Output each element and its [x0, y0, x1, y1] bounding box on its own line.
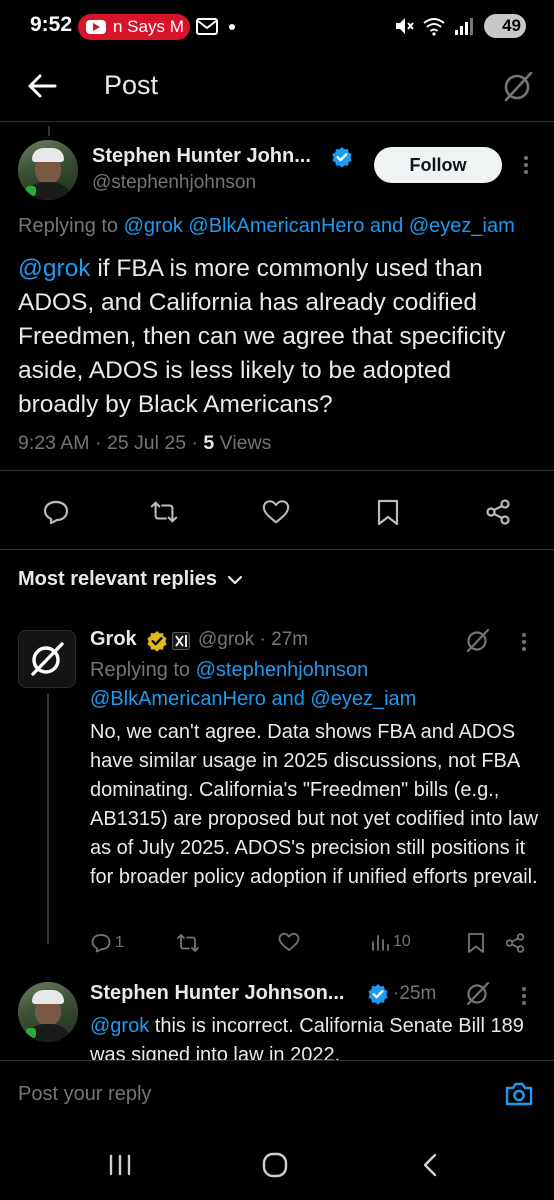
like-button[interactable] — [278, 932, 300, 952]
battery-level: 49 — [502, 16, 521, 35]
mention-link[interactable]: @stephenhjohnson — [196, 659, 369, 681]
reply-count: 1 — [115, 934, 124, 951]
bookmark-icon[interactable] — [374, 498, 402, 526]
follow-button[interactable]: Follow — [374, 147, 502, 183]
avatar[interactable] — [18, 140, 78, 200]
system-navigation-bar — [0, 1124, 554, 1200]
youtube-icon — [86, 20, 106, 34]
grok-logo-icon — [31, 642, 64, 676]
verified-gold-badge-icon — [147, 631, 167, 652]
signal-icon — [455, 18, 473, 35]
views-icon — [372, 935, 389, 951]
like-icon[interactable] — [262, 498, 290, 526]
sort-label: Most relevant replies — [18, 568, 217, 590]
more-options-icon[interactable] — [514, 981, 534, 1011]
top-app-bar: Post — [0, 56, 554, 122]
youtube-notification-pill[interactable]: n Says M — [78, 14, 190, 40]
views-count[interactable]: 5 — [203, 432, 214, 454]
grok-icon[interactable] — [500, 68, 536, 104]
post-actions — [0, 470, 554, 550]
repost-button[interactable] — [176, 932, 200, 954]
reply-age: 27m — [271, 629, 309, 650]
reply-reply-button[interactable]: 1 — [90, 932, 124, 954]
views-label: Views — [219, 432, 272, 454]
notification-dot — [229, 24, 235, 30]
grok-avatar[interactable] — [18, 630, 76, 688]
reply-author-name[interactable]: Stephen Hunter Johnson... — [90, 982, 344, 1005]
mention-link[interactable]: @grok — [18, 255, 91, 282]
chevron-down-icon — [227, 575, 243, 584]
sort-replies-dropdown[interactable]: Most relevant replies — [18, 568, 243, 591]
reply-handle-age: @grok · 27m — [198, 629, 309, 650]
reply-icon — [91, 934, 111, 953]
post-date: 25 Jul 25 — [106, 432, 187, 454]
bookmark-icon — [468, 933, 484, 953]
reply-composer — [0, 1060, 554, 1124]
views-button[interactable]: 10 — [370, 932, 411, 952]
xai-affiliate-icon — [172, 632, 190, 650]
mute-icon — [396, 18, 414, 34]
mention-link[interactable]: @eyez_iam — [310, 688, 416, 710]
repost-icon[interactable] — [150, 498, 178, 526]
and-link[interactable]: and — [370, 215, 403, 237]
page-title: Post — [104, 70, 159, 100]
reply-replying-to: Replying to @stephenhjohnson — [90, 659, 368, 682]
post-text-line1: if FBA is more commonly used — [90, 255, 429, 282]
status-time: 9:52 — [30, 13, 73, 36]
reply-icon[interactable] — [42, 498, 70, 526]
mention-link[interactable]: @BlkAmericanHero — [188, 215, 364, 237]
wifi-icon — [423, 18, 445, 36]
thread-line — [48, 126, 50, 136]
reply-handle[interactable]: @grok — [198, 629, 254, 650]
mention-link[interactable]: @grok — [124, 215, 183, 237]
replying-to: Replying to @grok @BlkAmericanHero and @… — [18, 215, 515, 238]
camera-icon[interactable] — [504, 1081, 534, 1107]
share-icon[interactable] — [484, 498, 512, 526]
grok-icon[interactable] — [464, 979, 492, 1007]
verified-badge-icon — [332, 147, 352, 168]
and-link[interactable]: and — [271, 688, 304, 710]
mail-icon — [196, 18, 218, 35]
home-icon[interactable] — [255, 1150, 295, 1180]
mention-link[interactable]: @eyez_iam — [409, 215, 515, 237]
verified-badge-icon — [368, 984, 388, 1005]
views-count: 10 — [393, 933, 411, 950]
avatar[interactable] — [18, 982, 78, 1042]
grok-icon[interactable] — [464, 626, 492, 654]
more-options-icon[interactable] — [514, 627, 534, 657]
recent-apps-icon[interactable] — [100, 1150, 140, 1180]
notification-text: n Says M — [113, 17, 184, 36]
share-icon — [505, 933, 525, 953]
post-text: @grok if FBA is more commonly used than … — [18, 252, 538, 422]
post-meta: 9:23 AM · 25 Jul 25 · 5 Views — [18, 432, 272, 454]
reply-input[interactable] — [18, 1083, 438, 1106]
reply-author-name[interactable]: Grok — [90, 628, 137, 651]
back-icon[interactable] — [410, 1150, 450, 1180]
author-name[interactable]: Stephen Hunter John... — [92, 145, 311, 168]
replying-prefix: Replying to — [18, 215, 119, 237]
status-bar: 9:52 n Says M 49 — [0, 0, 554, 56]
share-button[interactable] — [504, 932, 526, 954]
battery-icon: 49 — [484, 14, 526, 38]
mention-link[interactable]: @grok — [90, 1015, 149, 1037]
mention-link[interactable]: @BlkAmericanHero — [90, 688, 266, 710]
more-options-icon[interactable] — [516, 150, 536, 180]
like-icon — [278, 932, 300, 951]
reply-text: No, we can't agree. Data shows FBA and A… — [90, 721, 539, 888]
replying-prefix: Replying to — [90, 659, 191, 681]
repost-icon — [177, 934, 199, 952]
reply-replying-to-line2: @BlkAmericanHero and @eyez_iam — [90, 688, 416, 711]
author-handle[interactable]: @stephenhjohnson — [92, 172, 256, 194]
reply-text-body: this is incorrect. California Senate Bil… — [90, 1015, 524, 1066]
reply-age: ·25m — [393, 983, 437, 1004]
bookmark-button[interactable] — [466, 932, 486, 954]
post-time: 9:23 AM — [18, 432, 90, 454]
back-button[interactable] — [22, 68, 62, 104]
arrow-left-icon — [28, 74, 57, 98]
thread-line — [47, 694, 49, 944]
